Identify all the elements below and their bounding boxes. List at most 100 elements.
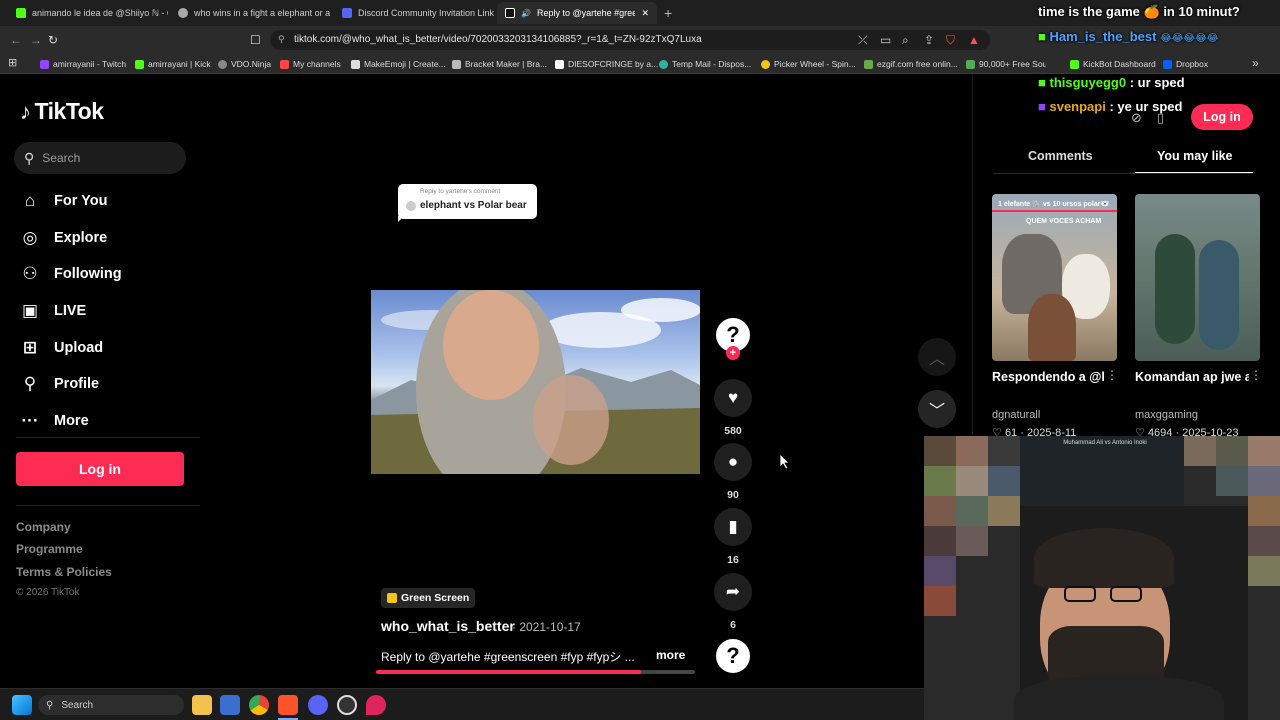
taskbar-search[interactable]: ⚲ Search	[38, 695, 184, 715]
bookmark-label: Temp Mail - Dispos...	[672, 59, 752, 69]
card-menu-icon[interactable]: ⋮	[1106, 368, 1118, 382]
green-screen-tag[interactable]: Green Screen	[381, 588, 476, 608]
login-button-top[interactable]: Log in	[1191, 104, 1253, 130]
brave-shield-icon[interactable]: ⛉	[946, 33, 955, 48]
caption-more-button[interactable]: more	[656, 648, 685, 662]
browser-tab[interactable]: who wins in a fight a elephant or a g...	[170, 2, 330, 24]
zoom-icon[interactable]: ⌕	[902, 33, 909, 48]
back-icon[interactable]: ←	[10, 33, 22, 47]
bookmark-item[interactable]: MakeEmoji | Create...	[351, 57, 446, 71]
chrome-icon[interactable]	[249, 695, 269, 715]
tab-divider	[993, 173, 1253, 174]
recommended-video-thumbnail[interactable]: 1 elefante 🐘 vs 10 ursos polar🐻‍❄️ QUEM …	[992, 194, 1117, 361]
footer-company-link[interactable]: Company	[16, 520, 71, 534]
browser-tab-active[interactable]: 🔊 Reply to @yartehe #greensc... ✕	[497, 2, 657, 24]
bookmark-item[interactable]: DIESOFCRINGE by a...	[555, 57, 658, 71]
nav-upload[interactable]: ⊞ Upload	[20, 335, 103, 361]
browser-tab[interactable]: animando le idea de @Shiiyo ℕ - C...	[8, 2, 168, 24]
translate-icon[interactable]: ⤫	[858, 33, 868, 48]
bookmark-item[interactable]: amirrayani | Kick	[135, 57, 211, 71]
nav-live[interactable]: ▣ LIVE	[20, 298, 86, 324]
footer-terms-link[interactable]: Terms & Policies	[16, 565, 112, 579]
nav-label: For You	[54, 193, 108, 209]
nav-following[interactable]: ⚇ Following	[20, 261, 122, 287]
dropbox-icon	[1163, 59, 1172, 69]
calculator-icon[interactable]	[220, 695, 240, 715]
bracket-icon	[452, 59, 461, 69]
windows-start-icon[interactable]	[12, 695, 32, 715]
like-button[interactable]: ♥ 580	[714, 379, 752, 437]
bookmark-item[interactable]: Bracket Maker | Bra...	[452, 57, 547, 71]
bookmark-item[interactable]: My channels	[280, 57, 341, 71]
app-icon[interactable]	[366, 695, 386, 715]
comment-button[interactable]: ● 90	[714, 443, 752, 501]
bookmark-item[interactable]: ezgif.com free onlin...	[864, 57, 958, 71]
card-menu-icon[interactable]: ⋮	[1250, 368, 1262, 382]
site-info-icon[interactable]: ⚲	[278, 34, 285, 45]
bookmark-icon[interactable]: ☐	[250, 33, 261, 47]
search-icon: ⚲	[24, 149, 35, 166]
discord-icon[interactable]	[308, 695, 328, 715]
makeemoji-icon	[351, 59, 360, 69]
kick-icon	[135, 59, 144, 69]
search-input[interactable]: ⚲ Search	[14, 142, 186, 174]
recommended-video-thumbnail[interactable]	[1135, 194, 1260, 361]
file-explorer-icon[interactable]	[192, 695, 212, 715]
new-tab-button[interactable]: +	[664, 5, 672, 21]
live-icon: ▣	[21, 301, 39, 320]
brave-icon[interactable]	[278, 695, 298, 715]
reload-icon[interactable]: ↻	[48, 33, 58, 47]
chat-message: ■ thisguyegg0 : ur sped	[1038, 75, 1185, 90]
tempmail-icon	[659, 59, 668, 69]
tab-you-may-like[interactable]: You may like	[1157, 149, 1233, 163]
effect-icon	[387, 593, 397, 603]
author-avatar-button[interactable]: ? +	[714, 316, 752, 360]
recommended-author[interactable]: maxggaming	[1135, 409, 1198, 421]
bookmark-item[interactable]: Picker Wheel - Spin...	[761, 57, 856, 71]
tab-comments[interactable]: Comments	[1028, 149, 1093, 163]
nav-label: More	[54, 413, 89, 429]
bookmark-item[interactable]: KickBot Dashboard	[1070, 57, 1156, 71]
recommended-title[interactable]: Komandan ap jwe ak tanperamanm	[1135, 370, 1249, 384]
apps-grid-icon[interactable]: ⊞	[8, 56, 17, 69]
bookmark-item[interactable]: amirrayanii - Twitch	[40, 57, 126, 71]
share-count: 6	[730, 619, 736, 631]
save-button[interactable]: ▮ 16	[714, 508, 752, 566]
brave-rewards-icon[interactable]: ▲	[968, 33, 980, 47]
obs-icon[interactable]	[337, 695, 357, 715]
nav-explore[interactable]: ◎ Explore	[20, 225, 108, 251]
bookmark-item[interactable]: 90,000+ Free Soun...	[966, 57, 1046, 71]
more-bookmarks-icon[interactable]: »	[1252, 56, 1259, 70]
footer-programme-link[interactable]: Programme	[16, 542, 83, 556]
sidebar-divider	[16, 437, 200, 438]
close-tab-icon[interactable]: ✕	[641, 8, 649, 19]
video-progress-bar[interactable]	[376, 670, 695, 674]
author-name[interactable]: who_what_is_better	[381, 618, 515, 634]
cringe-icon	[555, 59, 564, 69]
previous-video-button[interactable]: ︿	[918, 338, 956, 376]
nav-for-you[interactable]: ⌂ For You	[20, 188, 108, 214]
forward-icon[interactable]: →	[30, 33, 42, 47]
bookmark-item[interactable]: VDO.Ninja	[218, 57, 271, 71]
nav-more[interactable]: ··· More	[20, 408, 89, 434]
follow-plus-icon[interactable]: +	[726, 346, 740, 360]
creator-face-illustration	[1028, 294, 1076, 361]
bookmark-item[interactable]: Dropbox	[1163, 57, 1208, 71]
browser-tab[interactable]: Discord Community Invitation Link -	[334, 2, 494, 24]
login-button[interactable]: Log in	[16, 452, 184, 486]
next-video-button[interactable]: ﹀	[918, 390, 956, 428]
music-disc-button[interactable]: ?	[714, 637, 752, 675]
tiktok-logo[interactable]: ♪ TikTok	[20, 98, 104, 125]
nav-profile[interactable]: ⚲ Profile	[20, 371, 99, 397]
bookmark-label: My channels	[293, 59, 341, 69]
cast-icon[interactable]: ▭	[880, 33, 891, 47]
video-player[interactable]	[371, 290, 700, 474]
bookmark-item[interactable]: Temp Mail - Dispos...	[659, 57, 751, 71]
recommended-title[interactable]: Respondendo a @bombardirocro...	[992, 370, 1104, 384]
nav-label: Following	[54, 266, 122, 282]
share-button[interactable]: ➦ 6	[714, 573, 752, 631]
taskbar-search-label: Search	[61, 699, 94, 711]
share-icon[interactable]: ⇪	[924, 33, 934, 47]
recommended-author[interactable]: dgnaturall	[992, 409, 1040, 421]
reply-card-header: Reply to yartehe's comment	[420, 188, 501, 195]
